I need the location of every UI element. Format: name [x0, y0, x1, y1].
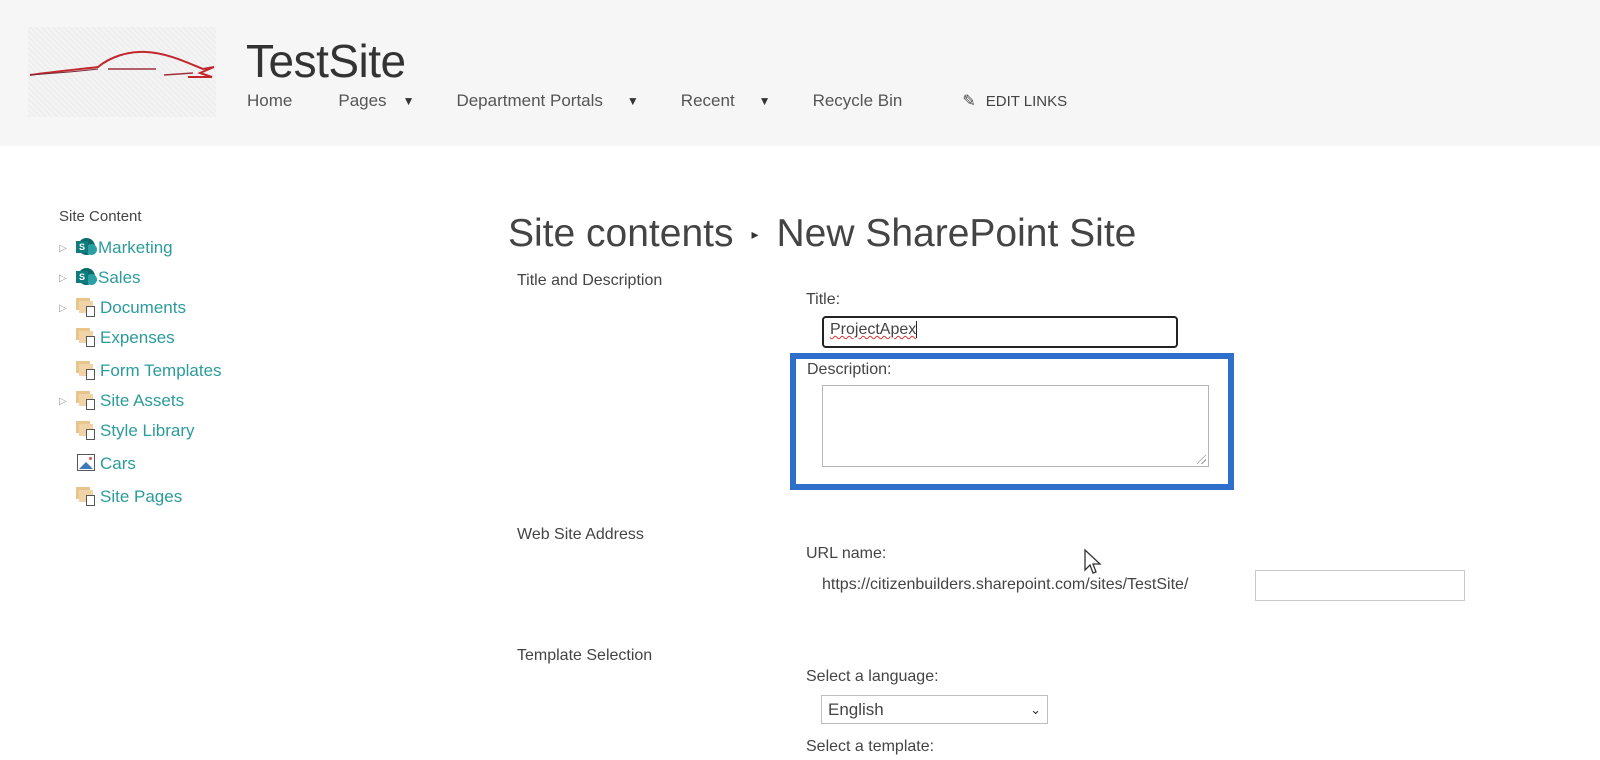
tree-item-expenses[interactable]: Expenses — [59, 323, 319, 353]
expand-icon[interactable]: ▷ — [59, 303, 76, 314]
document-library-icon — [76, 421, 100, 441]
tree-item-label: Cars — [100, 454, 136, 473]
chevron-down-icon: ⌄ — [1030, 701, 1041, 717]
tree-item-style-library[interactable]: Style Library — [59, 416, 319, 446]
breadcrumb-separator-icon: ▸ — [751, 225, 759, 242]
mouse-cursor-icon — [1084, 548, 1102, 574]
tree-item-label: Site Pages — [100, 487, 183, 506]
section-title-and-description: Title and Description — [517, 272, 663, 289]
description-label: Description: — [807, 361, 892, 378]
edit-links-label: EDIT LINKS — [985, 92, 1068, 110]
nav-recycle-bin-label: Recycle Bin — [812, 91, 903, 110]
tree-item-cars[interactable]: Cars — [59, 449, 319, 479]
nav-recent-label: Recent — [680, 91, 735, 110]
title-label: Title: — [806, 291, 841, 308]
top-navigation: Home Pages ▼ Department Portals ▼ Recent… — [247, 90, 1067, 112]
caret-down-icon[interactable]: ▼ — [759, 94, 771, 108]
expand-icon[interactable]: ▷ — [59, 273, 76, 284]
description-textarea[interactable] — [822, 385, 1209, 467]
document-library-icon — [76, 391, 100, 411]
nav-department-portals[interactable]: Department Portals ▼ — [456, 91, 638, 111]
tree-item-label: Marketing — [98, 238, 173, 257]
tree-item-label: Sales — [98, 268, 141, 287]
document-library-icon — [76, 361, 100, 381]
tree-item-label: Documents — [100, 298, 186, 317]
document-library-icon — [76, 487, 100, 507]
tree-item-label: Style Library — [100, 421, 195, 440]
section-web-site-address: Web Site Address — [517, 526, 644, 543]
sidebar-heading: Site Content — [59, 208, 142, 225]
nav-pages-label: Pages — [338, 91, 387, 110]
nav-home-label: Home — [247, 91, 293, 110]
url-prefix: https://citizenbuilders.sharepoint.com/s… — [822, 576, 1189, 593]
title-input[interactable]: ProjectApex — [822, 316, 1178, 348]
url-name-label: URL name: — [806, 545, 887, 562]
language-select-value: English — [828, 699, 884, 719]
tree-item-label: Site Assets — [100, 391, 185, 410]
tree-item-label: Expenses — [100, 328, 175, 347]
picture-library-icon — [76, 454, 100, 474]
nav-recent[interactable]: Recent ▼ — [681, 91, 771, 111]
tree-item-site-assets[interactable]: ▷ Site Assets — [59, 386, 319, 416]
edit-links-button[interactable]: ✎ EDIT LINKS — [962, 91, 1067, 111]
site-header: TestSite Home Pages ▼ Department Portals… — [0, 0, 1600, 146]
pencil-icon: ✎ — [962, 93, 976, 110]
nav-pages[interactable]: Pages ▼ — [338, 91, 414, 111]
breadcrumb: Site contents ▸ New SharePoint Site — [508, 212, 1136, 256]
language-label: Select a language: — [806, 668, 939, 685]
car-logo-icon — [29, 50, 215, 78]
site-logo[interactable] — [28, 27, 216, 117]
tree-item-marketing[interactable]: ▷ S Marketing — [59, 233, 319, 263]
sharepoint-site-icon: S — [76, 238, 98, 258]
breadcrumb-site-contents[interactable]: Site contents — [508, 212, 733, 256]
caret-down-icon[interactable]: ▼ — [403, 94, 415, 108]
site-content-tree: Site Content ▷ S Marketing ▷ S Sales ▷ D… — [59, 208, 319, 512]
sharepoint-site-icon: S — [76, 268, 98, 288]
tree-item-documents[interactable]: ▷ Documents — [59, 293, 319, 323]
language-select[interactable]: English ⌄ — [821, 695, 1048, 724]
nav-department-portals-label: Department Portals — [456, 91, 603, 110]
section-template-selection: Template Selection — [517, 647, 653, 664]
tree-item-label: Form Templates — [100, 361, 222, 380]
site-title[interactable]: TestSite — [246, 34, 406, 88]
document-library-icon — [76, 298, 100, 318]
template-label: Select a template: — [806, 738, 935, 755]
tree-item-form-templates[interactable]: Form Templates — [59, 356, 319, 386]
tree-item-sales[interactable]: ▷ S Sales — [59, 263, 319, 293]
caret-down-icon[interactable]: ▼ — [627, 94, 639, 108]
url-name-input[interactable] — [1255, 570, 1465, 601]
nav-recycle-bin[interactable]: Recycle Bin — [813, 91, 903, 111]
tree-item-site-pages[interactable]: Site Pages — [59, 482, 319, 512]
nav-home[interactable]: Home — [247, 91, 292, 111]
page-title: New SharePoint Site — [776, 212, 1137, 255]
document-library-icon — [76, 328, 100, 348]
title-input-value: ProjectApex — [830, 321, 918, 338]
expand-icon[interactable]: ▷ — [59, 396, 76, 407]
resize-grip-icon[interactable] — [1197, 455, 1206, 464]
expand-icon[interactable]: ▷ — [59, 243, 76, 254]
